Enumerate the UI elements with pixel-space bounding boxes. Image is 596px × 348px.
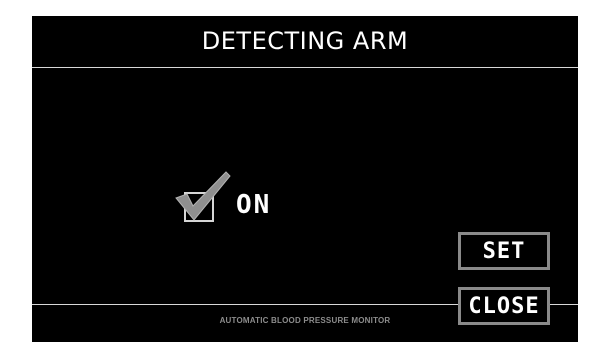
- monitor-screen: DETECTING ARM ON SET CLOSE AUTOMATIC BLO…: [32, 16, 578, 342]
- on-label: ON: [236, 190, 272, 220]
- on-checkbox[interactable]: [172, 170, 232, 226]
- device-frame: DETECTING ARM ON SET CLOSE AUTOMATIC BLO…: [0, 0, 596, 348]
- set-button[interactable]: SET: [458, 232, 550, 270]
- checkmark-icon: [175, 171, 231, 221]
- title-divider: [32, 67, 578, 68]
- page-title: DETECTING ARM: [201, 27, 409, 55]
- footer-text: AUTOMATIC BLOOD PRESSURE MONITOR: [219, 316, 391, 325]
